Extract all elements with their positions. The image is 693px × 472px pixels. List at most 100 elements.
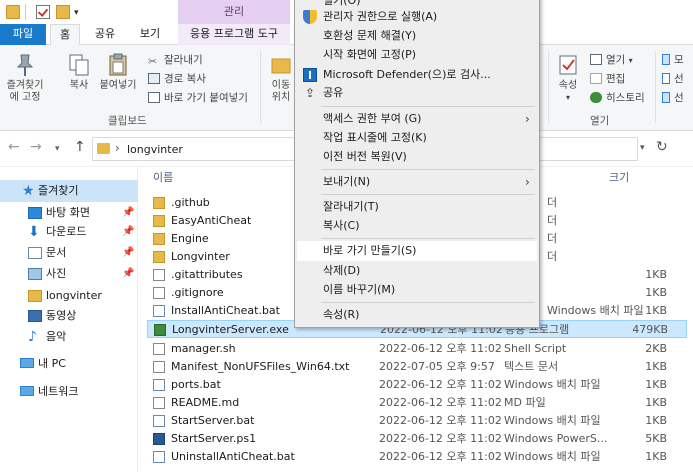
- file-name: .gitignore: [171, 286, 224, 299]
- forward-arrow-icon[interactable]: →: [30, 139, 42, 155]
- up-arrow-icon[interactable]: ↑: [74, 139, 86, 155]
- menu-item-cut[interactable]: 잘라내기(T): [297, 197, 537, 217]
- menu-item-send-to[interactable]: 보내기(N) ›: [297, 172, 537, 192]
- file-name: Longvinter: [171, 250, 230, 263]
- select-all-icon: [662, 54, 670, 65]
- chevron-right-icon[interactable]: ›: [115, 141, 120, 155]
- edit-button[interactable]: 편집: [590, 71, 625, 86]
- file-date: 2022-06-12 오후 11:02: [379, 396, 502, 409]
- copy-path-icon: [148, 73, 160, 84]
- nav-item-pictures[interactable]: 사진 📌: [0, 263, 138, 285]
- refresh-icon[interactable]: ↻: [656, 139, 668, 155]
- copy-path-button[interactable]: 경로 복사: [148, 71, 206, 86]
- tab-view[interactable]: 보기: [130, 24, 170, 45]
- copy-label: 복사: [69, 80, 89, 91]
- history-label: 히스토리: [606, 92, 645, 104]
- nav-item-documents[interactable]: 문서 📌: [0, 242, 138, 264]
- paste-icon: [109, 53, 127, 76]
- menu-item-give-access[interactable]: 액세스 권한 부여 (G) ›: [297, 109, 537, 129]
- file-name: EasyAntiCheat: [171, 214, 252, 227]
- nav-item-network[interactable]: 네트워크: [0, 381, 138, 403]
- menu-item-defender-scan[interactable]: Microsoft Defender(으)로 검사...: [297, 65, 537, 85]
- paste-shortcut-button[interactable]: 바로 가기 붙여넣기: [148, 90, 248, 105]
- invert-selection-button[interactable]: 선: [662, 90, 684, 105]
- new-folder-icon[interactable]: [56, 5, 70, 19]
- tab-app-tools[interactable]: 응용 프로그램 도구: [178, 24, 290, 45]
- file-row[interactable]: UninstallAntiCheat.bat 2022-06-12 오후 11:…: [147, 448, 687, 466]
- properties-button[interactable]: 속성 ▾: [553, 53, 583, 104]
- select-none-button[interactable]: 선: [662, 71, 684, 86]
- pin-icon[interactable]: 📌: [122, 221, 134, 243]
- context-menu: 열기(O) 관리자 권한으로 실행(A) 호환성 문제 해결(Y) 시작 화면에…: [294, 0, 540, 328]
- menu-item-rename[interactable]: 이름 바꾸기(M): [297, 280, 537, 300]
- pin-quick-access-button[interactable]: 즐겨찾기에 고정: [4, 53, 46, 104]
- properties-check-icon[interactable]: [36, 5, 50, 19]
- paste-button[interactable]: 붙여넣기: [96, 53, 140, 92]
- nav-item-quick-access[interactable]: ★ 즐겨찾기: [0, 180, 138, 202]
- file-size: 1KB: [645, 378, 667, 391]
- menu-item-pin-taskbar[interactable]: 작업 표시줄에 고정(K): [297, 128, 537, 148]
- tab-share[interactable]: 공유: [85, 24, 125, 45]
- file-row[interactable]: ports.bat 2022-06-12 오후 11:02 Windows 배치…: [147, 376, 687, 394]
- folder-icon: [153, 215, 165, 227]
- menu-item-restore-versions[interactable]: 이전 버전 복원(V): [297, 147, 537, 167]
- column-header-name[interactable]: 이름: [153, 167, 173, 189]
- shield-icon: [303, 10, 317, 24]
- nav-item-videos[interactable]: 동영상: [0, 305, 138, 327]
- nav-item-this-pc[interactable]: 내 PC: [0, 353, 138, 375]
- menu-item-properties[interactable]: 속성(R): [297, 305, 537, 325]
- desktop-icon: [28, 207, 42, 219]
- file-size: 1KB: [645, 304, 667, 317]
- menu-item-label: 이전 버전 복원(V): [323, 150, 407, 163]
- history-icon: [590, 92, 602, 103]
- copy-button[interactable]: 복사: [64, 53, 94, 92]
- menu-item-delete[interactable]: 삭제(D): [297, 261, 537, 281]
- file-row[interactable]: Manifest_NonUFSFiles_Win64.txt 2022-07-0…: [147, 358, 687, 376]
- nav-item-label: longvinter: [46, 289, 102, 302]
- folder-icon: [153, 233, 165, 245]
- group-divider: [260, 51, 261, 123]
- menu-item-run-as-admin[interactable]: 관리자 권한으로 실행(A): [297, 7, 537, 27]
- menu-item-create-shortcut[interactable]: 바로 가기 만들기(S): [297, 241, 537, 261]
- address-dropdown-icon[interactable]: ▾: [640, 143, 645, 153]
- network-icon: [20, 386, 34, 396]
- pin-icon[interactable]: 📌: [122, 263, 134, 285]
- menu-item-troubleshoot[interactable]: 호환성 문제 해결(Y): [297, 26, 537, 46]
- paste-shortcut-icon: [148, 92, 160, 103]
- file-row[interactable]: manager.sh 2022-06-12 오후 11:02 Shell Scr…: [147, 340, 687, 358]
- menu-item-label: 호환성 문제 해결(Y): [323, 29, 417, 42]
- file-row[interactable]: StartServer.bat 2022-06-12 오후 11:02 Wind…: [147, 412, 687, 430]
- file-type: 더: [547, 214, 558, 227]
- customize-toolbar-dropdown-icon[interactable]: ▾: [74, 8, 88, 22]
- menu-item-copy[interactable]: 복사(C): [297, 216, 537, 236]
- open-button[interactable]: 열기 ▾: [590, 52, 633, 67]
- group-divider: [548, 51, 549, 123]
- recent-locations-chevron-icon[interactable]: ▾: [55, 144, 60, 154]
- menu-divider: [321, 194, 535, 195]
- file-date: 2022-06-12 오후 11:02: [379, 414, 502, 427]
- column-header-size[interactable]: 크기: [609, 167, 629, 189]
- file-row[interactable]: README.md 2022-06-12 오후 11:02 MD 파일 1KB: [147, 394, 687, 412]
- tab-file[interactable]: 파일: [0, 24, 46, 45]
- nav-item-downloads[interactable]: ⬇ 다운로드 📌: [0, 221, 138, 243]
- history-button[interactable]: 히스토리: [590, 90, 645, 105]
- file-name: Engine: [171, 232, 209, 245]
- file-size: 479KB: [632, 323, 668, 336]
- select-all-button[interactable]: 모: [662, 52, 684, 67]
- menu-item-share[interactable]: ⇪ 공유: [297, 83, 537, 103]
- pin-quick-access-label: 즐겨찾기에 고정: [6, 80, 44, 103]
- back-arrow-icon[interactable]: ←: [8, 139, 20, 155]
- tab-home[interactable]: 홈: [50, 24, 80, 46]
- cut-button[interactable]: ✂ 잘라내기: [148, 52, 203, 67]
- move-to-button[interactable]: 이동 위치: [268, 53, 294, 104]
- cut-label: 잘라내기: [164, 54, 203, 66]
- edit-label: 편집: [606, 73, 626, 85]
- menu-item-label: 보내기(N): [323, 175, 371, 188]
- nav-item-longvinter[interactable]: longvinter: [0, 285, 138, 307]
- file-date: 2022-06-12 오후 11:02: [379, 450, 502, 463]
- pin-icon[interactable]: 📌: [122, 242, 134, 264]
- nav-item-music[interactable]: ♪ 음악: [0, 326, 138, 348]
- manage-tab[interactable]: 관리: [178, 0, 290, 24]
- menu-item-pin-start[interactable]: 시작 화면에 고정(P): [297, 45, 537, 65]
- file-row[interactable]: StartServer.ps1 2022-06-12 오후 11:02 Wind…: [147, 430, 687, 448]
